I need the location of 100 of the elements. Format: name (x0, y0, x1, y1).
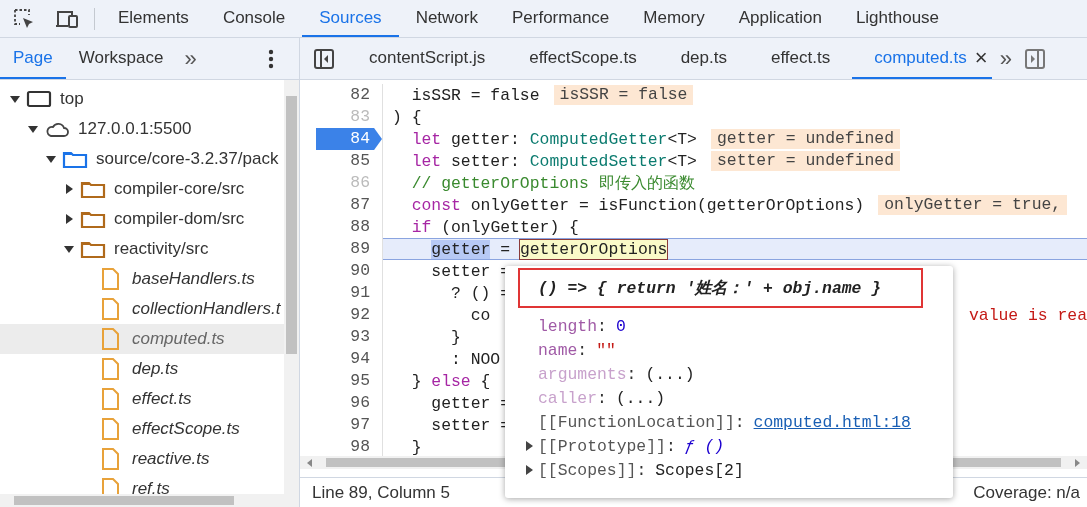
property-name: arguments (538, 364, 627, 384)
line-number[interactable]: 82 (316, 84, 382, 106)
panel-tab[interactable]: Console (205, 0, 303, 37)
property-name: name (538, 340, 578, 360)
line-number[interactable]: 98 (316, 436, 382, 456)
horizontal-scrollbar[interactable] (0, 494, 299, 507)
line-number[interactable]: 94 (316, 348, 382, 370)
panel-tab[interactable]: Performance (495, 0, 627, 37)
function-signature: () => { return '姓名：' + obj.name } (518, 268, 923, 308)
frame-icon (26, 89, 52, 109)
code-line: getter = getterOrOptions (430, 239, 668, 259)
file-tab[interactable]: effect.ts (748, 38, 853, 79)
breakpoint-marker[interactable]: 84 (316, 128, 382, 150)
panel-tab[interactable]: Application (721, 0, 839, 37)
line-number[interactable]: 97 (316, 414, 382, 436)
line-number[interactable]: 92 (316, 304, 382, 326)
code-line: isSSR = false (410, 85, 540, 105)
code-line: let setter: ComputedSetter<T> (410, 151, 697, 171)
separator: : (636, 460, 647, 480)
code-line: co (469, 305, 491, 325)
line-number[interactable]: 93 (316, 326, 382, 348)
panel-tab[interactable]: Memory (626, 0, 722, 37)
tree-item[interactable]: dep.ts (0, 354, 284, 384)
tree-item[interactable]: ref.ts (0, 474, 284, 494)
panel-tab[interactable]: Lighthouse (838, 0, 957, 37)
line-number[interactable]: 89 (316, 238, 382, 260)
tree-item[interactable]: computed.ts (0, 324, 284, 354)
property-value: "" (596, 340, 616, 360)
code-line: ) { (392, 107, 422, 127)
code-line: : NOO (450, 349, 501, 369)
property-name: caller (538, 388, 598, 408)
code-line: const onlyGetter = isFunction(getterOrOptions) (410, 195, 865, 215)
property-value: Scopes[2] (655, 460, 744, 480)
more-options-icon[interactable] (266, 47, 275, 70)
folder-icon (80, 209, 106, 229)
property-value: (...) (645, 364, 695, 384)
file-tab[interactable]: contentScript.js (347, 38, 508, 79)
line-number[interactable]: 96 (316, 392, 382, 414)
inline-value: setter = undefined (710, 151, 900, 171)
line-number[interactable]: 85 (316, 150, 382, 172)
tree-item[interactable]: reactivity/src (0, 234, 284, 264)
code-line: } (450, 327, 461, 347)
separator: : (665, 436, 676, 456)
toggle-navigator-icon[interactable] (313, 47, 335, 70)
sidebar-tab[interactable]: Workspace (65, 38, 177, 79)
line-number[interactable]: 87 (316, 194, 382, 216)
tree-item[interactable]: reactive.ts (0, 444, 284, 474)
toggle-debugger-icon[interactable] (1023, 47, 1046, 70)
code-line: // getterOrOptions 即传入的函数 (410, 173, 695, 194)
code-text: value is rea (968, 305, 1087, 325)
tree-item[interactable]: baseHandlers.ts (0, 264, 284, 294)
property-name: [[Prototype]] (538, 436, 666, 456)
property-value: ƒ () (684, 436, 725, 456)
tree-item[interactable]: effectScope.ts (0, 414, 284, 444)
file-tab[interactable]: dep.ts (658, 38, 749, 79)
cursor-position: Line 89, Column 5 (312, 482, 450, 503)
property-name: length (538, 316, 598, 336)
tree-item[interactable]: effect.ts (0, 384, 284, 414)
more-tabs-button[interactable]: » (176, 38, 205, 79)
file-tab[interactable]: computed.ts × (852, 38, 992, 79)
code-line: } (410, 437, 422, 456)
property-value: (...) (615, 388, 666, 408)
coverage-status: Coverage: n/a (973, 482, 1080, 503)
code-line: } else { (410, 371, 491, 391)
separator: : (597, 388, 607, 408)
separator: : (734, 412, 745, 432)
tree-item[interactable]: top (0, 84, 284, 114)
tree-item[interactable]: collectionHandlers.t (0, 294, 284, 324)
source-link[interactable]: computed.html:18 (753, 412, 911, 432)
line-number[interactable]: 95 (316, 370, 382, 392)
separator: : (626, 364, 637, 384)
inline-value: isSSR = false (553, 85, 694, 105)
expand-triangle-icon[interactable] (523, 440, 535, 452)
more-tabs-button[interactable]: » (991, 38, 1020, 79)
panel-tab[interactable]: Network (398, 0, 495, 37)
line-number[interactable]: 91 (316, 282, 382, 304)
property-value: 0 (615, 316, 626, 336)
property-name: [[FunctionLocation]] (538, 412, 735, 432)
sidebar-tab[interactable]: Page (0, 38, 66, 79)
tree-item[interactable]: compiler-core/src (0, 174, 284, 204)
folder-icon (80, 179, 106, 199)
folder-icon (80, 239, 106, 259)
vertical-scrollbar[interactable] (284, 80, 299, 494)
inline-value: onlyGetter = true, (878, 195, 1068, 215)
property-name: [[Scopes]] (538, 460, 637, 480)
code-line: let getter: ComputedGetter<T> (410, 129, 697, 149)
inline-value: getter = undefined (710, 129, 900, 149)
tree-item[interactable]: 127.0.0.1:5500 (0, 114, 284, 144)
separator: : (577, 340, 588, 360)
panel-tab[interactable]: Elements (101, 0, 206, 37)
close-tab-button[interactable]: × (974, 44, 988, 71)
expand-triangle-icon[interactable] (523, 464, 535, 476)
line-number[interactable]: 88 (316, 216, 382, 238)
tree-item[interactable]: compiler-dom/src (0, 204, 284, 234)
code-line: if (onlyGetter) { (410, 217, 579, 237)
tree-item[interactable]: source/core-3.2.37/pack (0, 144, 284, 174)
separator: : (597, 316, 607, 336)
file-tab[interactable]: effectScope.ts (507, 38, 659, 79)
line-number[interactable]: 90 (316, 260, 382, 282)
folder-icon (62, 149, 88, 169)
